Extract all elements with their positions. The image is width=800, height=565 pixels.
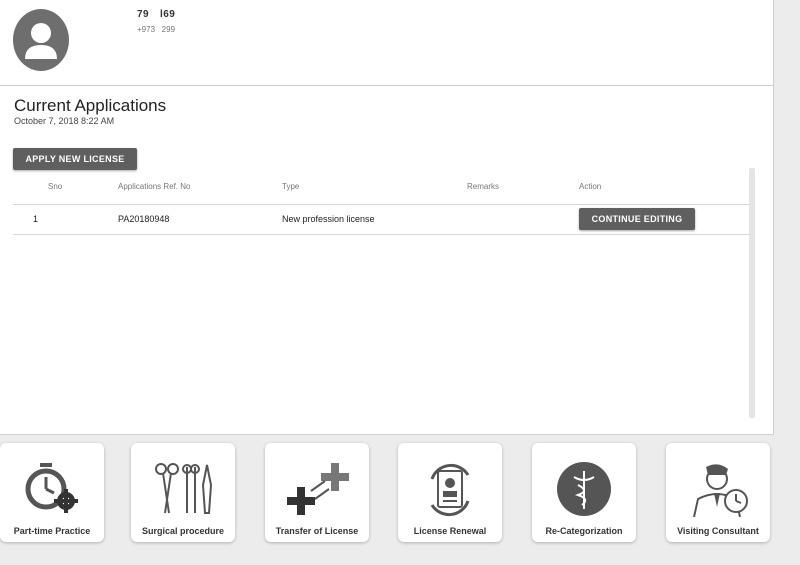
service-tile-license-renewal[interactable]: License Renewal [398,443,502,542]
tile-label: Surgical procedure [141,526,225,536]
stopwatch-gear-icon [25,463,78,513]
apply-new-license-button[interactable]: APPLY NEW LICENSE [13,148,137,170]
transfer-crosses-icon [287,463,349,515]
column-header-ref: Applications Ref. No [118,182,191,191]
service-tile-re-categorization[interactable]: Re-Categorization [532,443,636,542]
applications-panel: Current Applications October 7, 2018 8:2… [0,86,774,435]
column-header-remarks: Remarks [467,182,500,191]
user-avatar-icon [13,9,69,71]
column-header-type: Type [282,182,300,191]
applications-date: October 7, 2018 8:22 AM [14,116,115,126]
service-tile-transfer-of-license[interactable]: Transfer of License [265,443,369,542]
service-tile-part-time-practice[interactable]: Part-time Practice [0,443,104,542]
tile-label: Part-time Practice [13,526,91,536]
user-phone: +973 299 [137,25,176,34]
caduceus-icon [557,462,611,516]
user-name: 79 l69 [137,9,176,20]
column-header-sno: Sno [48,182,63,191]
continue-editing-button[interactable]: CONTINUE EDITING [579,208,695,230]
table-scrollbar[interactable] [749,168,755,418]
profile-card: 79 l69 +973 299 [0,0,774,86]
column-header-action: Action [579,182,602,191]
tile-label: Re-Categorization [545,526,623,536]
service-tile-surgical-procedure[interactable]: Surgical procedure [131,443,235,542]
table-header-divider [13,204,749,205]
row-type: New profession license [282,214,375,224]
table-row-divider [13,234,749,235]
tile-label: Visiting Consultant [677,526,759,536]
tile-label: Transfer of License [275,526,359,536]
page-title: Current Applications [14,96,167,115]
surgical-tools-icon [155,463,213,514]
consultant-clock-icon [693,464,748,517]
service-tile-visiting-consultant[interactable]: Visiting Consultant [666,443,770,542]
license-renewal-icon [430,463,470,517]
row-sno: 1 [33,214,39,224]
row-ref-no[interactable]: PA20180948 [118,214,169,224]
tile-label: License Renewal [413,526,487,536]
